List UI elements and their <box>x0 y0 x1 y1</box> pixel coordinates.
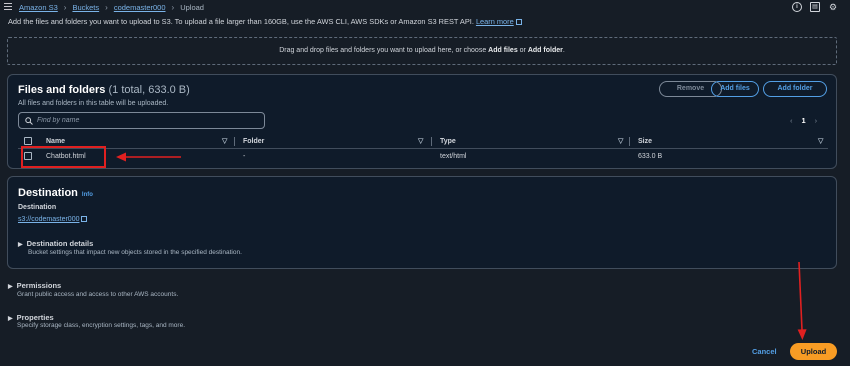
files-and-folders-panel: Files and folders (1 total, 633.0 B) All… <box>7 74 837 169</box>
search-input[interactable] <box>37 115 257 126</box>
file-type: text/html <box>440 153 467 160</box>
annotation-arrow-down <box>797 261 807 340</box>
pagination: ‹ 1 › <box>790 116 817 125</box>
previous-page-icon[interactable]: ‹ <box>790 116 793 125</box>
column-name[interactable]: Name <box>46 138 65 145</box>
drop-zone[interactable]: Drag and drop files and folders you want… <box>7 37 837 65</box>
destination-panel: Destination Info Destination s3://codemas… <box>7 176 837 269</box>
upload-intro: Add the files and folders you want to up… <box>8 17 522 26</box>
destination-link-text[interactable]: s3://codemaster000 <box>18 216 79 223</box>
caret-right-icon: ▶ <box>8 316 13 322</box>
dropzone-suffix: . <box>562 47 565 54</box>
breadcrumb-current: Upload <box>180 3 204 12</box>
learn-more-link[interactable]: Learn more <box>476 17 514 26</box>
column-type[interactable]: Type <box>440 138 456 145</box>
chevron-right-icon: › <box>105 3 108 12</box>
breadcrumb-amazon-s3[interactable]: Amazon S3 <box>19 3 58 12</box>
table-header: Name ▽ Folder ▽ Type ▽ Size ▽ <box>18 135 828 149</box>
destination-details-description: Bucket settings that impact new objects … <box>28 249 242 256</box>
files-count: (1 total, 633.0 B) <box>108 84 190 96</box>
destination-details-expander[interactable]: ▶ Destination details <box>18 239 93 248</box>
dropzone-or: or <box>517 47 528 54</box>
column-divider <box>629 137 630 146</box>
cancel-button[interactable]: Cancel <box>752 347 777 356</box>
properties-description: Specify storage class, encryption settin… <box>17 322 186 329</box>
caret-right-icon: ▶ <box>8 284 13 290</box>
annotation-highlight-box <box>21 146 106 168</box>
properties-expander[interactable]: ▶ Properties <box>8 313 54 322</box>
column-divider <box>234 137 235 146</box>
file-size: 633.0 B <box>638 153 663 160</box>
external-link-icon <box>81 216 88 222</box>
table-row[interactable]: Chatbot.html - text/html 633.0 B <box>18 151 828 165</box>
next-page-icon[interactable]: › <box>815 116 818 125</box>
destination-details-title: Destination details <box>26 239 94 248</box>
split-panel-icon[interactable]: ▤ <box>810 2 820 12</box>
sort-down-icon[interactable]: ▽ <box>618 137 623 145</box>
breadcrumb: Amazon S3 › Buckets › codemaster000 › Up… <box>19 3 204 12</box>
dropzone-prefix: Drag and drop files and folders you want… <box>279 47 489 54</box>
external-link-icon <box>515 19 522 25</box>
search-icon <box>25 117 33 125</box>
permissions-expander[interactable]: ▶ Permissions <box>8 281 61 290</box>
sort-down-icon[interactable]: ▽ <box>818 137 823 145</box>
sort-down-icon[interactable]: ▽ <box>418 137 423 145</box>
files-subtitle: All files and folders in this table will… <box>18 100 169 107</box>
destination-title: Destination <box>18 187 78 199</box>
current-page[interactable]: 1 <box>802 116 806 125</box>
caret-right-icon: ▶ <box>18 242 23 248</box>
chevron-right-icon: › <box>171 3 175 12</box>
dropzone-add-folder: Add folder <box>527 47 563 54</box>
permissions-description: Grant public access and access to other … <box>17 291 179 298</box>
file-folder: - <box>243 153 246 160</box>
files-title: Files and folders <box>18 84 106 96</box>
destination-link[interactable]: s3://codemaster000 <box>18 216 88 223</box>
select-all-checkbox[interactable] <box>24 137 32 145</box>
column-size[interactable]: Size <box>638 138 652 145</box>
add-folder-button[interactable]: Add folder <box>763 81 827 97</box>
menu-icon[interactable] <box>4 3 12 11</box>
properties-title: Properties <box>16 313 54 322</box>
files-panel-title: Files and folders (1 total, 633.0 B) <box>18 84 190 96</box>
info-icon[interactable]: i <box>792 2 802 12</box>
column-folder[interactable]: Folder <box>243 138 264 145</box>
destination-heading: Destination Info <box>18 187 93 199</box>
chevron-right-icon: › <box>63 3 67 12</box>
add-files-button[interactable]: Add files <box>711 81 759 97</box>
breadcrumb-bucket[interactable]: codemaster000 <box>114 3 166 12</box>
settings-icon[interactable]: ⚙ <box>828 2 838 12</box>
top-bar: Amazon S3 › Buckets › codemaster000 › Up… <box>0 0 850 15</box>
intro-text: Add the files and folders you want to up… <box>8 17 474 26</box>
dropzone-add-files: Add files <box>488 47 518 54</box>
upload-button[interactable]: Upload <box>790 343 837 360</box>
search-box <box>18 112 265 129</box>
permissions-title: Permissions <box>16 281 62 290</box>
sort-down-icon[interactable]: ▽ <box>222 137 227 145</box>
breadcrumb-buckets[interactable]: Buckets <box>72 3 99 12</box>
destination-label: Destination <box>18 204 57 211</box>
info-link[interactable]: Info <box>82 192 93 198</box>
column-divider <box>431 137 432 146</box>
